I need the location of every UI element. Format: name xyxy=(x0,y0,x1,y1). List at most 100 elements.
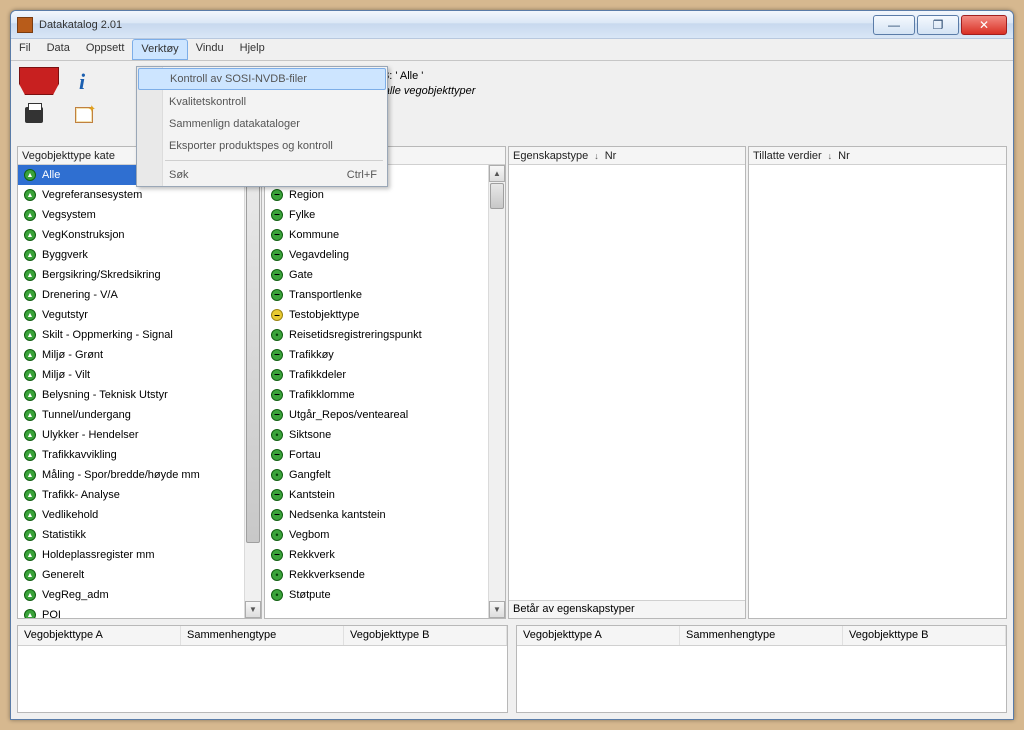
list-item[interactable]: Kantstein xyxy=(265,485,488,505)
pane-values: Tillatte verdier ↓ Nr xyxy=(748,146,1007,619)
list-item-label: Rekkverksende xyxy=(289,569,365,581)
list-item[interactable]: VegKonstruksjon xyxy=(18,225,244,245)
menu-item[interactable]: SøkCtrl+F xyxy=(137,164,387,186)
menu-item[interactable]: Kontroll av SOSI-NVDB-filer xyxy=(138,68,386,90)
list-item[interactable]: Vegbom xyxy=(265,525,488,545)
list-item[interactable]: Region xyxy=(265,185,488,205)
list-item[interactable]: Nedsenka kantstein xyxy=(265,505,488,525)
menu-oppsett[interactable]: Oppsett xyxy=(78,39,133,60)
objects-list[interactable]: VegreferanseRegionFylkeKommuneVegavdelin… xyxy=(265,165,488,618)
list-item[interactable]: Kommune xyxy=(265,225,488,245)
scroll-down-icon[interactable]: ▼ xyxy=(489,601,505,618)
scroll-down-icon[interactable]: ▼ xyxy=(245,601,261,618)
list-item[interactable]: Vegsystem xyxy=(18,205,244,225)
scroll-up-icon[interactable]: ▲ xyxy=(489,165,505,182)
list-item[interactable]: Skilt - Oppmerking - Signal xyxy=(18,325,244,345)
list-item[interactable]: Tunnel/undergang xyxy=(18,405,244,425)
list-item[interactable]: Drenering - V/A xyxy=(18,285,244,305)
verktoy-dropdown: Kontroll av SOSI-NVDB-filerKvalitetskont… xyxy=(136,66,388,187)
list-item[interactable]: Måling - Spor/bredde/høyde mm xyxy=(18,465,244,485)
pane-properties-header[interactable]: Egenskapstype ↓ Nr xyxy=(509,147,745,165)
menu-verktøy[interactable]: Verktøy xyxy=(132,39,187,60)
list-item[interactable]: Ulykker - Hendelser xyxy=(18,425,244,445)
arrow-up-icon xyxy=(24,269,36,281)
scroll-thumb[interactable] xyxy=(490,183,504,209)
values-list[interactable] xyxy=(749,165,1006,618)
menu-item[interactable]: Sammenlign datakataloger xyxy=(137,113,387,135)
list-item[interactable]: Holdeplassregister mm xyxy=(18,545,244,565)
list-item[interactable]: Fortau xyxy=(265,445,488,465)
arrow-up-icon xyxy=(24,409,36,421)
categories-list[interactable]: AlleVegreferansesystemVegsystemVegKonstr… xyxy=(18,165,244,618)
scrollbar[interactable]: ▲ ▼ xyxy=(488,165,505,618)
menu-fil[interactable]: Fil xyxy=(11,39,39,60)
col-b[interactable]: Sammenhengtype xyxy=(181,626,344,645)
list-item[interactable]: Miljø - Grønt xyxy=(18,345,244,365)
menu-item[interactable]: Eksporter produktspes og kontroll xyxy=(137,135,387,157)
menu-data[interactable]: Data xyxy=(39,39,78,60)
scrollbar[interactable]: ▲ ▼ xyxy=(244,165,261,618)
pane-values-header[interactable]: Tillatte verdier ↓ Nr xyxy=(749,147,1006,165)
relation-header-right[interactable]: Vegobjekttype A Sammenhengtype Vegobjekt… xyxy=(517,626,1006,646)
list-item-label: Statistikk xyxy=(42,529,86,541)
list-item[interactable]: Fylke xyxy=(265,205,488,225)
scroll-thumb[interactable] xyxy=(246,183,260,543)
list-item[interactable]: Rekkverk xyxy=(265,545,488,565)
list-item[interactable]: Støtpute xyxy=(265,585,488,605)
dash-icon xyxy=(271,189,283,201)
menu-separator xyxy=(165,160,383,161)
list-item[interactable]: Vedlikehold xyxy=(18,505,244,525)
menu-vindu[interactable]: Vindu xyxy=(188,39,232,60)
arrow-up-icon xyxy=(24,229,36,241)
pane-categories: Vegobjekttype kate AlleVegreferansesyste… xyxy=(17,146,262,619)
info-icon[interactable]: i xyxy=(79,69,85,95)
list-item[interactable]: Miljø - Vilt xyxy=(18,365,244,385)
col-c[interactable]: Vegobjekttype B xyxy=(344,626,507,645)
list-item-label: Støtpute xyxy=(289,589,331,601)
new-document-icon[interactable] xyxy=(75,107,93,123)
list-item[interactable]: Utgår_Repos/venteareal xyxy=(265,405,488,425)
list-item[interactable]: Byggverk xyxy=(18,245,244,265)
list-item[interactable]: Bergsikring/Skredsikring xyxy=(18,265,244,285)
list-item[interactable]: Rekkverksende xyxy=(265,565,488,585)
menu-item[interactable]: Kvalitetskontroll xyxy=(137,91,387,113)
col-a[interactable]: Vegobjekttype A xyxy=(18,626,181,645)
menu-hjelp[interactable]: Hjelp xyxy=(232,39,273,60)
list-item[interactable]: Testobjekttype xyxy=(265,305,488,325)
list-item-label: Trafikkavvikling xyxy=(42,449,117,461)
list-item[interactable]: Belysning - Teknisk Utstyr xyxy=(18,385,244,405)
sort-down-icon[interactable]: ↓ xyxy=(828,151,833,161)
maximize-button[interactable]: ❐ xyxy=(917,15,959,35)
arrow-up-icon xyxy=(24,529,36,541)
col-b[interactable]: Sammenhengtype xyxy=(680,626,843,645)
list-item[interactable]: Siktsone xyxy=(265,425,488,445)
list-item[interactable]: Trafikklomme xyxy=(265,385,488,405)
list-item[interactable]: Vegavdeling xyxy=(265,245,488,265)
print-icon[interactable] xyxy=(25,107,43,123)
col-a[interactable]: Vegobjekttype A xyxy=(517,626,680,645)
list-item[interactable]: Trafikkdeler xyxy=(265,365,488,385)
dash-icon xyxy=(271,549,283,561)
list-item[interactable]: Trafikkøy xyxy=(265,345,488,365)
list-item[interactable]: VegReg_adm xyxy=(18,585,244,605)
properties-list[interactable] xyxy=(509,165,745,618)
list-item-label: Bergsikring/Skredsikring xyxy=(42,269,161,281)
col-c[interactable]: Vegobjekttype B xyxy=(843,626,1006,645)
list-item[interactable]: Generelt xyxy=(18,565,244,585)
list-item[interactable]: Statistikk xyxy=(18,525,244,545)
minimize-button[interactable]: — xyxy=(873,15,915,35)
list-item[interactable]: Reisetidsregistreringspunkt xyxy=(265,325,488,345)
toolbar: i 38: ' Alle ' r alle vegobjekttyper Kon… xyxy=(17,67,1007,127)
list-item[interactable]: Vegreferansesystem xyxy=(18,185,244,205)
list-item[interactable]: Trafikkavvikling xyxy=(18,445,244,465)
list-item[interactable]: POI xyxy=(18,605,244,618)
list-item[interactable]: Gangfelt xyxy=(265,465,488,485)
window-title: Datakatalog 2.01 xyxy=(39,19,873,31)
relation-header-left[interactable]: Vegobjekttype A Sammenhengtype Vegobjekt… xyxy=(18,626,507,646)
close-button[interactable]: ✕ xyxy=(961,15,1007,35)
list-item[interactable]: Vegutstyr xyxy=(18,305,244,325)
list-item[interactable]: Gate xyxy=(265,265,488,285)
list-item[interactable]: Transportlenke xyxy=(265,285,488,305)
sort-down-icon[interactable]: ↓ xyxy=(594,151,599,161)
list-item[interactable]: Trafikk- Analyse xyxy=(18,485,244,505)
